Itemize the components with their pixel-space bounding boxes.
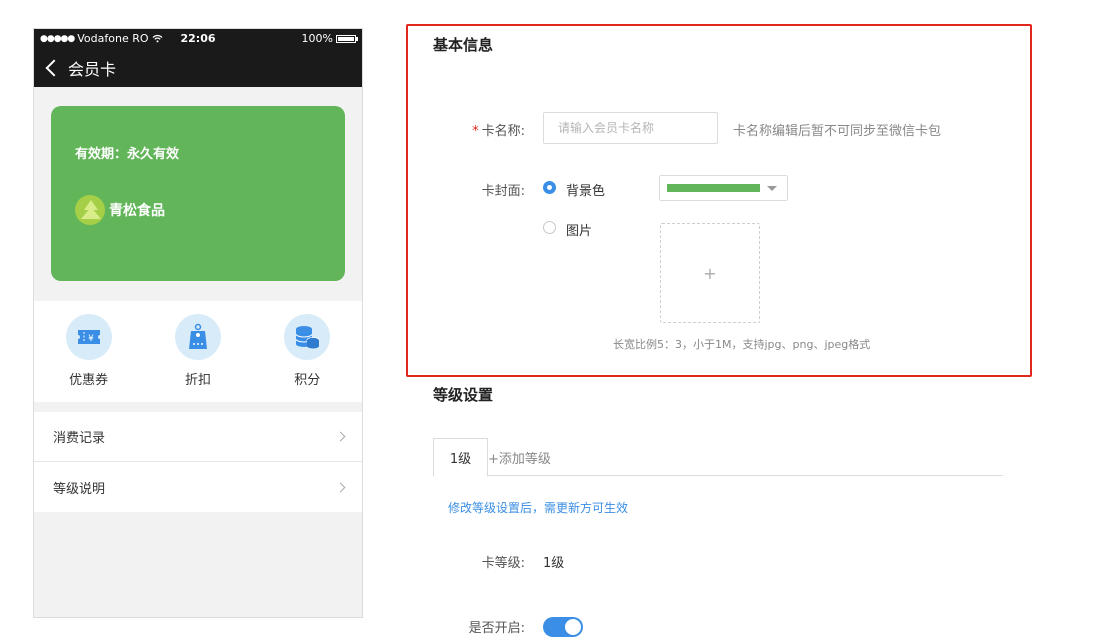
wifi-icon — [152, 34, 163, 43]
feature-points[interactable]: 积分 — [267, 314, 347, 388]
coupon-icon: ¥ — [65, 314, 112, 360]
basic-info-title: 基本信息 — [433, 36, 494, 54]
card-name-input[interactable] — [543, 112, 718, 144]
upload-hint: 长宽比例5：3，小于1M，支持jpg、png、jpeg格式 — [613, 338, 871, 351]
card-level-value: 1级 — [543, 556, 565, 571]
plus-icon: + — [703, 263, 717, 283]
list-item-consumption-record[interactable]: 消费记录 — [34, 412, 362, 462]
image-upload-box[interactable]: + — [660, 223, 760, 323]
list-item-label: 消费记录 — [53, 431, 106, 446]
signal-icon: ●●●●● — [40, 33, 75, 44]
chevron-right-icon — [335, 482, 346, 492]
feature-label: 优惠券 — [69, 373, 109, 388]
list-item-level-description[interactable]: 等级说明 — [34, 462, 362, 512]
background-color-select[interactable] — [659, 175, 788, 201]
brand-logo-icon — [75, 195, 105, 225]
card-validity: 有效期：永久有效 — [75, 147, 180, 162]
level-settings-title: 等级设置 — [433, 386, 494, 404]
feature-row: ¥ 优惠券 折扣 积分 — [34, 301, 362, 402]
back-arrow-icon[interactable] — [45, 59, 63, 76]
member-card-preview: 有效期：永久有效 青松食品 — [51, 106, 345, 281]
card-area: 有效期：永久有效 青松食品 — [34, 87, 362, 301]
add-level-tab[interactable]: +添加等级 — [488, 438, 551, 476]
enable-toggle[interactable] — [543, 617, 583, 637]
card-level-label: 卡等级: — [481, 556, 525, 571]
radio-image-label[interactable]: 图片 — [566, 220, 592, 239]
tab-level-1[interactable]: 1级 — [433, 438, 488, 477]
battery-icon — [336, 34, 358, 43]
discount-tag-icon — [174, 314, 221, 360]
radio-background-color-label[interactable]: 背景色 — [566, 180, 605, 199]
level-tabs: 1级 +添加等级 — [433, 438, 1003, 477]
carrier-info: ●●●●● Vodafone RO — [40, 32, 163, 45]
level-notice: 修改等级设置后，需更新方可生效 — [448, 501, 629, 515]
nav-bar: 会员卡 — [34, 48, 362, 87]
feature-discount[interactable]: 折扣 — [158, 314, 238, 388]
phone-preview: ●●●●● Vodafone RO 22:06 100% 会员卡 有效期：永久有… — [33, 28, 363, 618]
required-mark: * — [472, 124, 479, 139]
list-item-label: 等级说明 — [53, 481, 106, 497]
svg-text:¥: ¥ — [88, 334, 94, 344]
radio-background-color[interactable] — [543, 181, 556, 194]
battery-percent: 100% — [301, 32, 333, 45]
color-swatch — [667, 184, 760, 192]
feature-label: 积分 — [294, 373, 321, 388]
points-coins-icon — [284, 314, 331, 360]
chevron-right-icon — [335, 431, 346, 442]
brand-name: 青松食品 — [109, 203, 165, 219]
phone-menu-list: 消费记录 等级说明 — [34, 412, 362, 512]
status-bar: ●●●●● Vodafone RO 22:06 100% — [34, 29, 362, 48]
card-name-hint: 卡名称编辑后暂不可同步至微信卡包 — [733, 124, 942, 139]
card-name-label: * 卡名称: — [463, 120, 525, 139]
feature-label: 折扣 — [184, 373, 211, 388]
card-cover-label: 卡封面: — [481, 184, 525, 199]
enable-label: 是否开启: — [468, 621, 525, 636]
carrier-name: Vodafone RO — [77, 32, 149, 45]
card-brand: 青松食品 — [75, 195, 165, 225]
caret-down-icon — [767, 186, 777, 191]
card-name-label-text: 卡名称: — [481, 124, 525, 139]
nav-title: 会员卡 — [68, 59, 117, 79]
feature-coupon[interactable]: ¥ 优惠券 — [49, 314, 129, 388]
battery-status: 100% — [301, 32, 358, 45]
radio-image[interactable] — [543, 221, 556, 234]
